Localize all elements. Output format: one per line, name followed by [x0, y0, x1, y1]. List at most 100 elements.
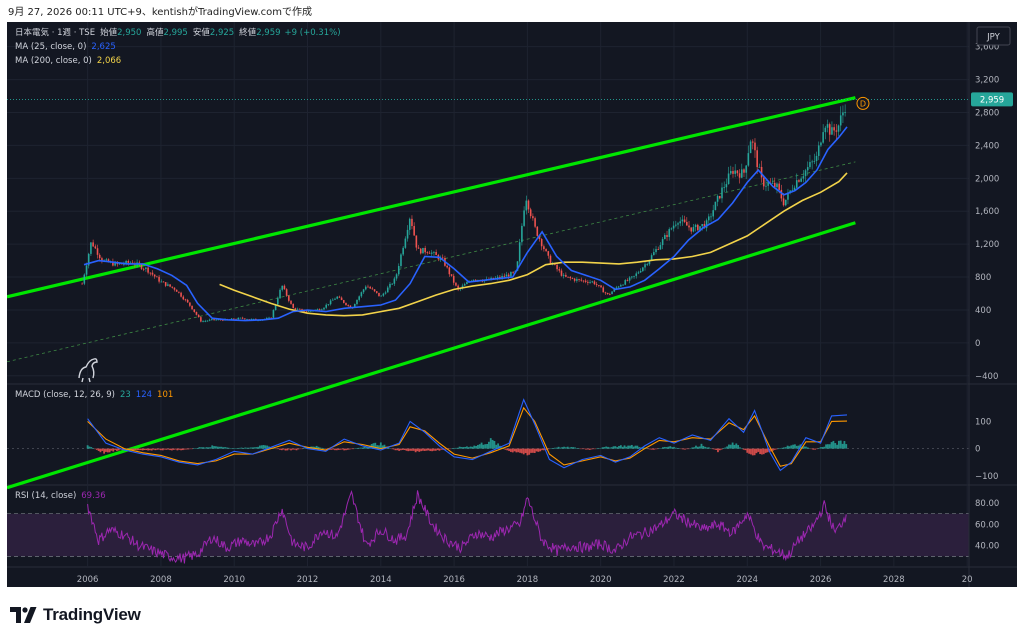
- macd-hist-bar: [244, 447, 247, 449]
- macd-hist-bar: [792, 444, 794, 449]
- candle-body: [356, 299, 358, 305]
- macd-hist-bar: [236, 448, 239, 449]
- price-tick-label-6: 1,200: [975, 240, 999, 250]
- rsi-tick-label-0: 80.00: [975, 499, 999, 509]
- macd-hist-bar: [795, 445, 798, 449]
- macd-hist-bar: [396, 448, 399, 451]
- candle-body: [670, 228, 673, 230]
- macd-hist-bar: [563, 446, 565, 449]
- candle-body: [518, 242, 521, 262]
- candle-body: [609, 294, 611, 295]
- chart-svg[interactable]: 2006 2008 2010 2012 2014 2016 2018 2020 2022 2024…: [7, 22, 1017, 587]
- candle-body: [367, 286, 369, 288]
- macd-hist-bar: [608, 447, 611, 449]
- candle-body: [681, 219, 684, 222]
- tradingview-brand[interactable]: TradingView: [10, 605, 141, 625]
- macd-hist-bar: [145, 448, 148, 451]
- macd-hist-bar: [555, 447, 558, 449]
- macd-hist-bar: [486, 443, 488, 449]
- candle-body: [329, 300, 332, 305]
- macd-hist-bar: [154, 448, 157, 451]
- macd-hist-bar: [511, 448, 514, 453]
- currency-label: JPY: [986, 33, 1000, 43]
- macd-hist-bar: [533, 448, 536, 454]
- macd-hist-bar: [619, 445, 622, 449]
- candle-body: [653, 252, 655, 256]
- candle-body: [206, 320, 209, 322]
- macd-hist-bar: [638, 447, 641, 449]
- macd-hist-bar: [224, 447, 226, 449]
- candle-body: [237, 317, 240, 320]
- macd-hist-bar: [416, 448, 419, 452]
- currency-button[interactable]: JPY: [976, 26, 1011, 46]
- macd-hist-bar: [390, 448, 393, 450]
- macd-hist-bar: [101, 448, 104, 451]
- macd-hist-bar: [213, 446, 215, 449]
- close-label: 終値: [239, 27, 257, 38]
- candle-body: [540, 239, 543, 247]
- macd-hist-bar: [761, 448, 763, 455]
- macd-hist-bar: [830, 442, 833, 449]
- candle-body: [672, 225, 675, 229]
- macd-hist-bar: [189, 448, 192, 450]
- candle-body: [171, 286, 174, 288]
- macd-hist-bar: [301, 448, 303, 450]
- macd-hist-bar: [828, 444, 831, 449]
- macd-hist-bar: [649, 448, 652, 450]
- candle-body: [378, 292, 380, 296]
- macd-hist-bar: [290, 448, 292, 451]
- macd-hist-bar: [389, 448, 391, 449]
- candle-body: [191, 305, 193, 310]
- macd-hist-bar: [790, 445, 793, 449]
- macd-hist-value: 23: [120, 390, 131, 400]
- candle-body: [402, 247, 404, 255]
- macd-hist-bar: [724, 447, 727, 449]
- macd-hist-bar: [579, 448, 582, 450]
- candle-body: [435, 252, 437, 256]
- macd-hist-bar: [728, 444, 730, 449]
- macd-hist-bar: [255, 447, 258, 449]
- candle-body: [455, 282, 457, 286]
- macd-hist-bar: [599, 448, 602, 449]
- macd-hist-bar: [185, 448, 188, 450]
- macd-hist-bar: [528, 448, 531, 455]
- macd-hist-bar: [247, 447, 250, 449]
- candle-body: [532, 216, 534, 219]
- macd-hist-bar: [92, 448, 95, 449]
- macd-hist-bar: [740, 448, 743, 450]
- macd-hist-bar: [152, 448, 155, 450]
- candle-body: [90, 242, 92, 254]
- candle-body: [98, 254, 101, 259]
- dividend-event-marker[interactable]: D: [856, 96, 870, 110]
- candle-body: [169, 284, 171, 287]
- candle-body: [545, 249, 547, 252]
- macd-hist-bar: [517, 448, 520, 453]
- candle-body: [784, 199, 787, 206]
- chart-stage[interactable]: 2006 2008 2010 2012 2014 2016 2018 2020 2022 2024…: [7, 22, 1017, 587]
- candle-body: [795, 180, 798, 188]
- macd-hist-bar: [577, 448, 580, 449]
- macd-hist-bar: [302, 448, 305, 449]
- macd-hist-bar: [627, 445, 630, 449]
- candle-body: [776, 183, 778, 188]
- macd-hist-bar: [825, 444, 827, 449]
- macd-hist-bar: [726, 446, 729, 449]
- candle-body: [738, 173, 741, 178]
- macd-hist-bar: [240, 447, 243, 449]
- candle-body: [778, 183, 780, 190]
- candle-body: [809, 162, 811, 168]
- macd-hist-bar: [249, 447, 252, 449]
- macd-hist-bar: [590, 448, 593, 450]
- candle-body: [158, 276, 160, 282]
- macd-hist-bar: [720, 448, 723, 450]
- price-tick-label-5: 1,600: [975, 207, 999, 217]
- candle-body: [624, 280, 627, 285]
- candle-body: [397, 265, 400, 275]
- candle-body: [628, 277, 631, 281]
- candle-body: [340, 297, 343, 301]
- candle-body: [281, 285, 284, 290]
- macd-hist-bar: [671, 447, 674, 449]
- macd-hist-bar: [207, 447, 210, 449]
- rsi-label: RSI (14, close): [15, 491, 76, 501]
- macd-hist-bar: [147, 448, 149, 451]
